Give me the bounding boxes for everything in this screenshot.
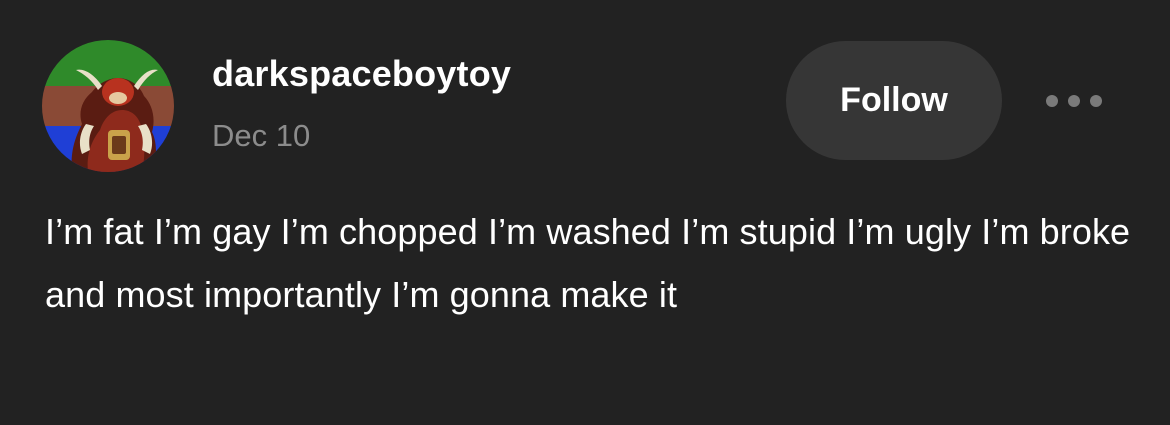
- more-options-button[interactable]: [1040, 84, 1108, 118]
- post-date: Dec 10: [212, 118, 311, 153]
- username-link[interactable]: darkspaceboytoy: [212, 52, 511, 96]
- post-body-text: I’m fat I’m gay I’m chopped I’m washed I…: [45, 211, 1131, 315]
- more-horizontal-icon: [1046, 95, 1102, 107]
- avatar[interactable]: [42, 40, 174, 172]
- avatar-image: [42, 40, 174, 172]
- follow-button[interactable]: Follow: [786, 41, 1002, 160]
- post-card: darkspaceboytoy Dec 10 Follow I’m fat I’…: [0, 0, 1170, 425]
